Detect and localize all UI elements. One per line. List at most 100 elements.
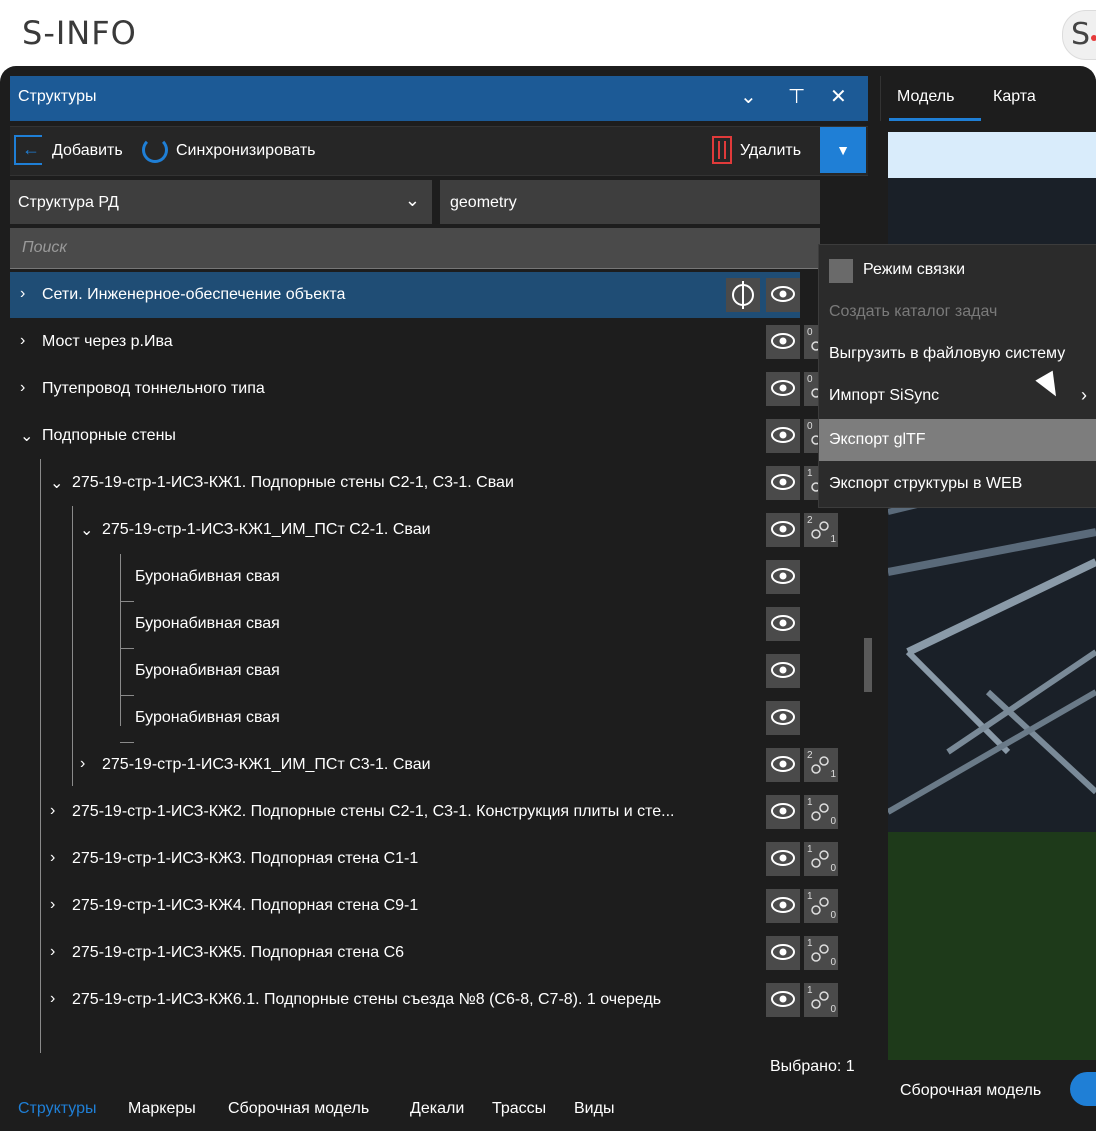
chevron-down-icon[interactable]: ⌄ (50, 473, 63, 493)
link-icon[interactable]: 10 (804, 842, 838, 876)
chevron-down-icon: ⌄ (404, 190, 420, 210)
tree-row[interactable]: › Мост через р.Ива 0 (10, 319, 855, 365)
chevron-down-icon[interactable]: ⌄ (740, 84, 757, 109)
tab-assembly-model[interactable]: Сборочная модель (228, 1100, 369, 1118)
chevron-right-icon[interactable]: › (80, 755, 85, 773)
tree-row-label: 275-19-стр-1-ИСЗ-КЖ3. Подпорная стена С1… (72, 850, 419, 867)
chevron-right-icon[interactable]: › (50, 802, 55, 820)
eye-icon[interactable] (766, 278, 800, 312)
toolbar: Добавить Синхронизировать Удалить ▼ (10, 126, 868, 176)
chevron-right-icon: › (1081, 385, 1087, 405)
tree-row[interactable]: › 275-19-стр-1-ИСЗ-КЖ1_ИМ_ПСт С3-1. Сваи… (10, 742, 855, 788)
eye-icon[interactable] (766, 654, 800, 688)
tree-row[interactable]: › 275-19-стр-1-ИСЗ-КЖ2. Подпорные стены … (10, 789, 855, 835)
target-icon[interactable] (726, 278, 760, 312)
sync-button[interactable]: Синхронизировать (176, 142, 316, 160)
link-icon[interactable]: 21 (804, 748, 838, 782)
eye-icon[interactable] (766, 372, 800, 406)
checkbox[interactable] (829, 259, 853, 283)
tree-row[interactable]: › 275-19-стр-1-ИСЗ-КЖ3. Подпорная стена … (10, 836, 855, 882)
tab-map[interactable]: Карта (993, 88, 1036, 106)
eye-icon[interactable] (766, 419, 800, 453)
eye-icon[interactable] (766, 889, 800, 923)
chevron-right-icon[interactable]: › (20, 379, 25, 397)
chevron-right-icon[interactable]: › (20, 285, 25, 303)
tree-row-label: Буронабивная свая (135, 709, 280, 726)
eye-icon[interactable] (766, 513, 800, 547)
assembly-model-toggle[interactable] (1070, 1072, 1096, 1106)
menu-item-label: Экспорт glTF (829, 431, 926, 448)
tree-row-label: 275-19-стр-1-ИСЗ-КЖ2. Подпорные стены С2… (72, 803, 675, 820)
eye-icon[interactable] (766, 701, 800, 735)
search-input[interactable] (10, 228, 820, 268)
tree-row[interactable]: Буронабивная свая (10, 601, 855, 647)
tree-row-label: 275-19-стр-1-ИСЗ-КЖ1_ИМ_ПСт С3-1. Сваи (102, 756, 431, 773)
eye-icon[interactable] (766, 795, 800, 829)
sync-icon[interactable] (142, 137, 168, 163)
add-button[interactable]: Добавить (52, 142, 123, 160)
tree-row[interactable]: ⌄ 275-19-стр-1-ИСЗ-КЖ1. Подпорные стены … (10, 460, 855, 506)
eye-icon[interactable] (766, 607, 800, 641)
tree-row-label: Путепровод тоннельного типа (42, 380, 265, 397)
tab-routes[interactable]: Трассы (492, 1100, 546, 1118)
eye-icon[interactable] (766, 842, 800, 876)
tree-row[interactable]: Буронабивная свая (10, 695, 855, 741)
tree-row[interactable]: › Сети. Инженерное-обеспечение объекта (10, 272, 800, 318)
link-icon[interactable]: 10 (804, 889, 838, 923)
tree-row-label: 275-19-стр-1-ИСЗ-КЖ1. Подпорные стены С2… (72, 474, 514, 491)
search-field[interactable] (10, 228, 820, 269)
chevron-down-icon[interactable]: ⌄ (20, 426, 33, 446)
menu-item-link-mode[interactable]: Режим связки (819, 249, 1096, 291)
link-icon[interactable]: 10 (804, 983, 838, 1017)
assembly-model-label: Сборочная модель (900, 1082, 1042, 1099)
eye-icon[interactable] (766, 983, 800, 1017)
link-icon[interactable]: 10 (804, 936, 838, 970)
tree-row-label: Буронабивная свая (135, 568, 280, 585)
eye-icon[interactable] (766, 748, 800, 782)
structure-select[interactable]: Структура РД ⌄ (10, 180, 432, 224)
link-icon[interactable]: 21 (804, 513, 838, 547)
tab-markers[interactable]: Маркеры (128, 1100, 196, 1118)
trash-icon[interactable] (712, 136, 732, 164)
eye-icon[interactable] (766, 325, 800, 359)
menu-item-label: Импорт SiSync (829, 387, 940, 404)
tree-row[interactable]: Буронабивная свая (10, 554, 855, 600)
chevron-right-icon[interactable]: › (50, 896, 55, 914)
eye-icon[interactable] (766, 466, 800, 500)
tree-scrollbar[interactable] (864, 638, 872, 692)
pin-icon[interactable]: ⊤ (788, 84, 805, 109)
tree-row[interactable]: › 275-19-стр-1-ИСЗ-КЖ4. Подпорная стена … (10, 883, 855, 929)
eye-icon[interactable] (766, 936, 800, 970)
toolbar-dropdown-button[interactable]: ▼ (820, 127, 866, 173)
tree-row[interactable]: Буронабивная свая (10, 648, 855, 694)
geometry-field[interactable]: geometry (440, 180, 820, 224)
chevron-right-icon[interactable]: › (50, 990, 55, 1008)
add-icon[interactable] (14, 135, 42, 165)
chevron-down-icon[interactable]: ⌄ (80, 520, 93, 540)
chevron-right-icon[interactable]: › (50, 849, 55, 867)
link-icon[interactable]: 10 (804, 795, 838, 829)
menu-item-label: Экспорт структуры в WEB (829, 475, 1023, 492)
menu-item-label: Режим связки (863, 261, 966, 278)
tree-row-label: 275-19-стр-1-ИСЗ-КЖ1_ИМ_ПСт С2-1. Сваи (102, 521, 431, 538)
tree-row[interactable]: ⌄ Подпорные стены 01 (10, 413, 855, 459)
eye-icon[interactable] (766, 560, 800, 594)
tree-row[interactable]: › 275-19-стр-1-ИСЗ-КЖ6.1. Подпорные стен… (10, 977, 855, 1023)
menu-item-export-to-filesystem[interactable]: Выгрузить в файловую систему (819, 333, 1096, 375)
chevron-right-icon[interactable]: › (50, 943, 55, 961)
tab-decals[interactable]: Декали (410, 1100, 464, 1118)
close-icon[interactable]: ✕ (830, 84, 847, 109)
tree-row[interactable]: ⌄ 275-19-стр-1-ИСЗ-КЖ1_ИМ_ПСт С2-1. Сваи… (10, 507, 855, 553)
tree-row[interactable]: › Путепровод тоннельного типа 0 (10, 366, 855, 412)
delete-button[interactable]: Удалить (740, 142, 801, 160)
chevron-right-icon[interactable]: › (20, 332, 25, 350)
menu-item-export-gltf[interactable]: Экспорт glTF (819, 419, 1096, 461)
menu-item-export-structure-web[interactable]: Экспорт структуры в WEB (819, 463, 1096, 505)
logo-dot (1091, 35, 1096, 41)
tree-row-label: Буронабивная свая (135, 662, 280, 679)
tree-row[interactable]: › 275-19-стр-1-ИСЗ-КЖ5. Подпорная стена … (10, 930, 855, 976)
tab-model[interactable]: Модель (897, 88, 954, 106)
tab-views[interactable]: Виды (574, 1100, 614, 1118)
panel-header: Структуры ⌄ ⊤ ✕ (10, 76, 868, 121)
tab-structures[interactable]: Структуры (18, 1100, 97, 1118)
